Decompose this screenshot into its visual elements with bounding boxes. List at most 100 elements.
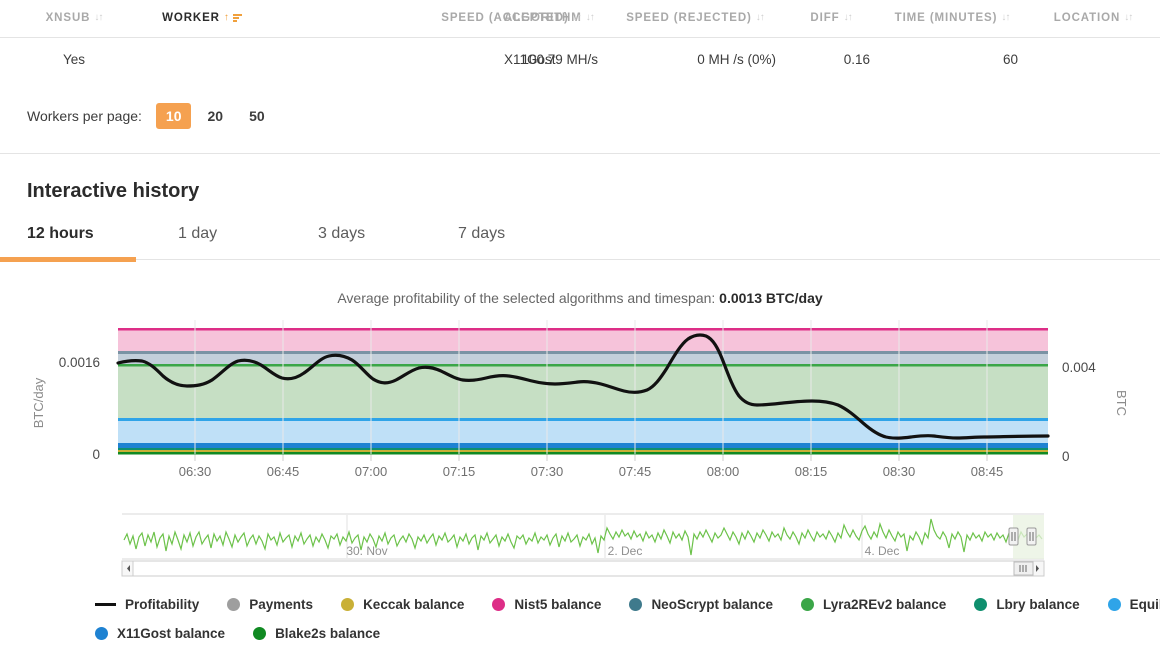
legend-label: NeoScrypt balance (651, 597, 773, 612)
x-tick-0830: 08:30 (883, 464, 916, 479)
chart-scrollbar[interactable] (121, 560, 1045, 577)
legend-item-x11gost-balance[interactable]: X11Gost balance (95, 626, 225, 641)
legend-item-profitability[interactable]: Profitability (95, 597, 199, 612)
column-header-speed-accepted-label: SPEED (ACCEPTED) (441, 12, 569, 24)
legend-dot-icon (253, 627, 267, 640)
legend-item-blake2s-balance[interactable]: Blake2s balance (253, 626, 380, 641)
legend-dot-icon (227, 598, 241, 611)
legend-label: Equihash balance (1129, 597, 1160, 612)
chart-subtitle-value: 0.0013 BTC/day (719, 290, 823, 306)
cell-diff: 0.16 (843, 52, 870, 67)
legend-item-nist5-balance[interactable]: Nist5 balance (492, 597, 601, 612)
balance-bands (118, 328, 1048, 455)
y-axis-tick-0: 0 (92, 447, 100, 462)
chart-canvas[interactable]: 0.0016 0 BTC/day 0.004 0 BTC 06:30 06:45… (0, 306, 1160, 591)
table-header-row: XNSUB ↓↑ WORKER ↑ ALGORITHM ↓↑ SPEED (AC… (0, 0, 1160, 38)
sort-arrows-icon: ↓↑ (755, 12, 765, 23)
sort-arrows-icon: ↓↑ (94, 12, 103, 23)
workers-table-body: Yes X11Gost 100.79 MH/s 0 MH /s (0%) 0.1… (0, 38, 1160, 82)
legend-label: Lbry balance (996, 597, 1080, 612)
navigator-tick-2dec: 2. Dec (608, 544, 643, 558)
legend-label: Keccak balance (363, 597, 465, 612)
band-lbry (118, 448, 1048, 450)
interactive-history-title: Interactive history (27, 180, 200, 202)
tab-1-day[interactable]: 1 day (167, 225, 307, 259)
navigator-handle-left[interactable] (1008, 527, 1019, 546)
chart-legend: Profitability Payments Keccak balance Ni… (0, 597, 1160, 641)
legend-item-keccak-balance[interactable]: Keccak balance (341, 597, 464, 612)
band-line-neoscrypt (118, 351, 1048, 354)
workers-table-head: XNSUB ↓↑ WORKER ↑ ALGORITHM ↓↑ SPEED (AC… (0, 0, 1160, 38)
legend-dot-icon (95, 627, 108, 640)
chart-subtitle-prefix: Average profitability of the selected al… (337, 290, 720, 306)
x-tick-0630: 06:30 (179, 464, 212, 479)
legend-dot-icon (492, 598, 506, 611)
x-tick-0845: 08:45 (971, 464, 1004, 479)
x-axis-ticks (194, 455, 988, 461)
x-tick-0800: 08:00 (707, 464, 740, 479)
workers-table: XNSUB ↓↑ WORKER ↑ ALGORITHM ↓↑ SPEED (AC… (0, 0, 1160, 81)
workers-per-page-control: Workers per page: 10 20 50 (0, 81, 1160, 154)
tab-3-days[interactable]: 3 days (307, 225, 447, 259)
column-header-diff[interactable]: DIFF ↓↑ (784, 0, 878, 38)
sort-order-bars-icon (232, 13, 242, 24)
page-root: XNSUB ↓↑ WORKER ↑ ALGORITHM ↓↑ SPEED (AC… (0, 0, 1160, 665)
x-tick-0715: 07:15 (443, 464, 476, 479)
legend-row-1: Profitability Payments Keccak balance Ni… (95, 597, 1160, 612)
band-line-equihash (118, 418, 1048, 421)
legend-item-neoscrypt-balance[interactable]: NeoScrypt balance (629, 597, 773, 612)
cell-xnsub: Yes (62, 52, 86, 67)
column-header-speed-rejected-label: SPEED (REJECTED) (626, 12, 752, 24)
column-header-speed-accepted[interactable]: SPEED (ACCEPTED) ↓↑ (416, 0, 606, 38)
cell-algorithm-value: X11Gost (504, 52, 556, 67)
chart-navigator[interactable]: 30. Nov 2. Dec 4. Dec (122, 513, 1044, 561)
legend-dot-icon (629, 598, 643, 611)
table-row[interactable]: Yes X11Gost 100.79 MH/s 0 MH /s (0%) 0.1… (0, 38, 1160, 82)
sort-arrows-icon: ↓↑ (843, 12, 853, 23)
column-header-diff-label: DIFF (810, 12, 840, 24)
band-keccak (118, 450, 1048, 452)
column-header-speed-rejected[interactable]: SPEED (REJECTED) ↓↑ (606, 0, 784, 38)
legend-item-lbry-balance[interactable]: Lbry balance (974, 597, 1080, 612)
cell-location (1026, 38, 1160, 82)
tab-12-hours[interactable]: 12 hours (0, 225, 167, 262)
scrollbar-track[interactable] (121, 560, 1045, 577)
per-page-option-50[interactable]: 50 (239, 103, 275, 129)
column-header-time-minutes[interactable]: TIME (MINUTES) ↓↑ (878, 0, 1026, 38)
legend-dot-icon (974, 598, 988, 611)
y-axis-tick-0016: 0.0016 (59, 355, 100, 370)
legend-item-equihash-balance[interactable]: Equihash balance (1107, 597, 1160, 612)
legend-item-lyra2rev2-balance[interactable]: Lyra2REv2 balance (800, 597, 947, 612)
x-tick-0700: 07:00 (355, 464, 388, 479)
legend-row-2: X11Gost balance Blake2s balance (95, 626, 1160, 641)
column-header-location[interactable]: LOCATION ↓↑ (1026, 0, 1160, 38)
x-axis-tick-labels: 06:30 06:45 07:00 07:15 07:30 07:45 08:0… (179, 464, 1004, 479)
navigator-handle-right[interactable] (1026, 527, 1037, 546)
per-page-option-10[interactable]: 10 (155, 103, 192, 129)
sort-arrows-icon: ↓↑ (1001, 12, 1010, 23)
per-page-option-20[interactable]: 20 (197, 103, 233, 129)
legend-line-icon (95, 603, 116, 606)
column-header-worker-label: WORKER (162, 12, 220, 24)
legend-dot-icon (800, 598, 814, 611)
profitability-chart: Average profitability of the selected al… (0, 260, 1160, 641)
legend-dot-icon (341, 598, 355, 611)
x-tick-0645: 06:45 (267, 464, 300, 479)
legend-label: Lyra2REv2 balance (822, 597, 947, 612)
y2-axis-tick-0: 0 (1062, 449, 1070, 464)
tab-7-days[interactable]: 7 days (447, 225, 587, 259)
column-header-worker[interactable]: WORKER ↑ (148, 0, 256, 38)
workers-per-page-label: Workers per page: (27, 108, 142, 124)
y2-axis-tick-0004: 0.004 (1062, 360, 1096, 375)
y-axis-label-left: BTC/day (31, 377, 46, 428)
navigator-tick-30nov: 30. Nov (346, 544, 387, 558)
legend-label: Blake2s balance (275, 626, 381, 641)
band-line-nist5 (118, 328, 1048, 331)
band-blake2s (118, 452, 1048, 455)
column-header-algorithm[interactable]: ALGORITHM ↓↑ (256, 0, 595, 38)
sort-arrows-icon: ↓↑ (585, 12, 595, 23)
column-header-xnsub[interactable]: XNSUB ↓↑ (0, 0, 148, 38)
x-tick-0745: 07:45 (619, 464, 652, 479)
column-header-xnsub-label: XNSUB (45, 12, 91, 24)
legend-item-payments[interactable]: Payments (227, 597, 313, 612)
